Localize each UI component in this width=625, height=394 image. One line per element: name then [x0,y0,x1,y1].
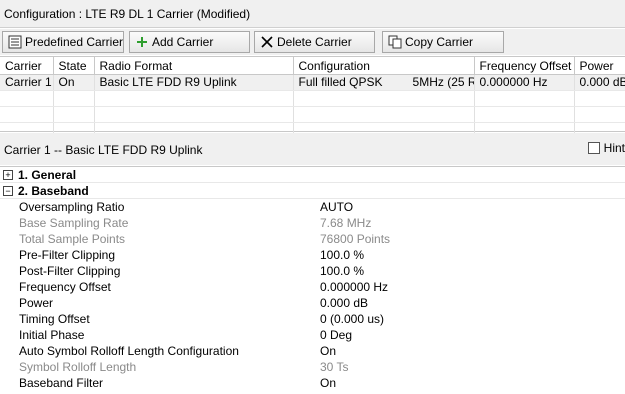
property-value[interactable]: 100.0 % [320,264,364,278]
copy-icon [387,34,403,50]
property-name: Baseband Filter [19,376,104,390]
property-row[interactable]: Oversampling Ratio AUTO [0,199,625,215]
property-row[interactable]: Frequency Offset 0.000000 Hz [0,279,625,295]
plus-icon [134,34,150,50]
carrier-grid[interactable]: Carrier State Radio Format Configuration… [0,56,625,139]
cell-state[interactable]: On [53,74,95,91]
configuration-bandwidth: 5MHz (25 RB) [412,75,473,89]
empty-row [0,106,625,123]
col-header-frequency-offset[interactable]: Frequency Offset [474,57,575,75]
copy-carrier-label: Copy Carrier [405,35,474,49]
property-name: Total Sample Points [19,232,126,246]
property-value[interactable]: 0.000 dB [320,296,368,310]
property-row[interactable]: Symbol Rolloff Length 30 Ts [0,359,625,375]
copy-carrier-button[interactable]: Copy Carrier [382,31,504,53]
property-row[interactable]: Power 0.000 dB [0,295,625,311]
property-name: Auto Symbol Rolloff Length Configuration [19,344,239,358]
col-header-power[interactable]: Power [574,57,625,75]
grid-header-row: Carrier State Radio Format Configuration… [0,57,625,75]
predefined-carrier-button[interactable]: Predefined Carrier [2,31,124,53]
group-general[interactable]: + 1. General [0,167,625,183]
cell-configuration[interactable]: Full filled QPSK 5MHz (25 RB) [293,74,475,91]
property-name: Oversampling Ratio [19,200,125,214]
property-row[interactable]: Post-Filter Clipping 100.0 % [0,263,625,279]
cell-radio-format[interactable]: Basic LTE FDD R9 Uplink [94,74,294,91]
cell-carrier[interactable]: Carrier 1 [0,74,54,91]
configuration-type: Full filled QPSK [298,75,383,89]
hint-checkbox-box[interactable] [587,142,600,154]
property-value[interactable]: On [320,376,336,390]
hint-checkbox[interactable]: Hint [587,141,625,155]
property-value[interactable]: 0 (0.000 us) [320,312,384,326]
baseband-properties: Oversampling Ratio AUTO Base Sampling Rate… [0,199,625,391]
splitter[interactable] [0,133,625,141]
property-value: 7.68 MHz [320,216,372,230]
property-name: Initial Phase [19,328,85,342]
hint-checkbox-label: Hint [603,141,625,155]
group-baseband[interactable]: − 2. Baseband [0,183,625,199]
property-row[interactable]: Initial Phase 0 Deg [0,327,625,343]
property-name: Frequency Offset [19,280,111,294]
property-grid: + 1. General − 2. Baseband Oversampling … [0,166,625,394]
add-carrier-label: Add Carrier [152,35,214,49]
property-row[interactable]: Timing Offset 0 (0.000 us) [0,311,625,327]
property-name: Pre-Filter Clipping [19,248,116,262]
window-title: Configuration : LTE R9 DL 1 Carrier (Mod… [4,7,251,21]
toolbar: Predefined Carrier Add Carrier Delete Ca… [0,29,625,55]
cell-frequency-offset[interactable]: 0.000000 Hz [474,74,575,91]
property-name: Power [19,296,54,310]
property-value: 76800 Points [320,232,391,246]
property-name: Symbol Rolloff Length [19,360,137,374]
col-header-state[interactable]: State [53,57,95,75]
property-row[interactable]: Pre-Filter Clipping 100.0 % [0,247,625,263]
group-baseband-label: 2. Baseband [18,183,89,198]
add-carrier-button[interactable]: Add Carrier [129,31,250,53]
delete-carrier-button[interactable]: Delete Carrier [254,31,375,53]
col-header-configuration[interactable]: Configuration [293,57,475,75]
property-row[interactable]: Total Sample Points 76800 Points [0,231,625,247]
property-value[interactable]: 100.0 % [320,248,364,262]
list-icon [7,34,23,50]
property-value[interactable]: AUTO [320,200,353,214]
property-name: Timing Offset [19,312,90,326]
property-value[interactable]: On [320,344,336,358]
carrier-row[interactable]: Carrier 1 On Basic LTE FDD R9 Uplink Ful… [0,74,625,91]
col-header-carrier[interactable]: Carrier [0,57,54,75]
window-title-bar: Configuration : LTE R9 DL 1 Carrier (Mod… [0,0,625,28]
property-name: Base Sampling Rate [19,216,129,230]
collapse-icon[interactable]: − [3,185,13,196]
empty-row [0,90,625,107]
detail-title: Carrier 1 -- Basic LTE FDD R9 Uplink [4,143,203,157]
expand-icon[interactable]: + [3,169,13,180]
property-value: 30 Ts [320,360,349,374]
detail-header: Carrier 1 -- Basic LTE FDD R9 Uplink [0,141,625,165]
group-general-label: 1. General [18,167,77,182]
property-value[interactable]: 0 Deg [320,328,352,342]
cell-power[interactable]: 0.000 dB [574,74,625,91]
property-row[interactable]: Baseband Filter On [0,375,625,391]
property-row[interactable]: Base Sampling Rate 7.68 MHz [0,215,625,231]
predefined-carrier-label: Predefined Carrier [24,35,123,49]
delete-carrier-label: Delete Carrier [277,35,352,49]
x-icon [259,34,275,50]
col-header-radio-format[interactable]: Radio Format [94,57,294,75]
property-value[interactable]: 0.000000 Hz [320,280,388,294]
property-name: Post-Filter Clipping [19,264,121,278]
property-row[interactable]: Auto Symbol Rolloff Length Configuration… [0,343,625,359]
